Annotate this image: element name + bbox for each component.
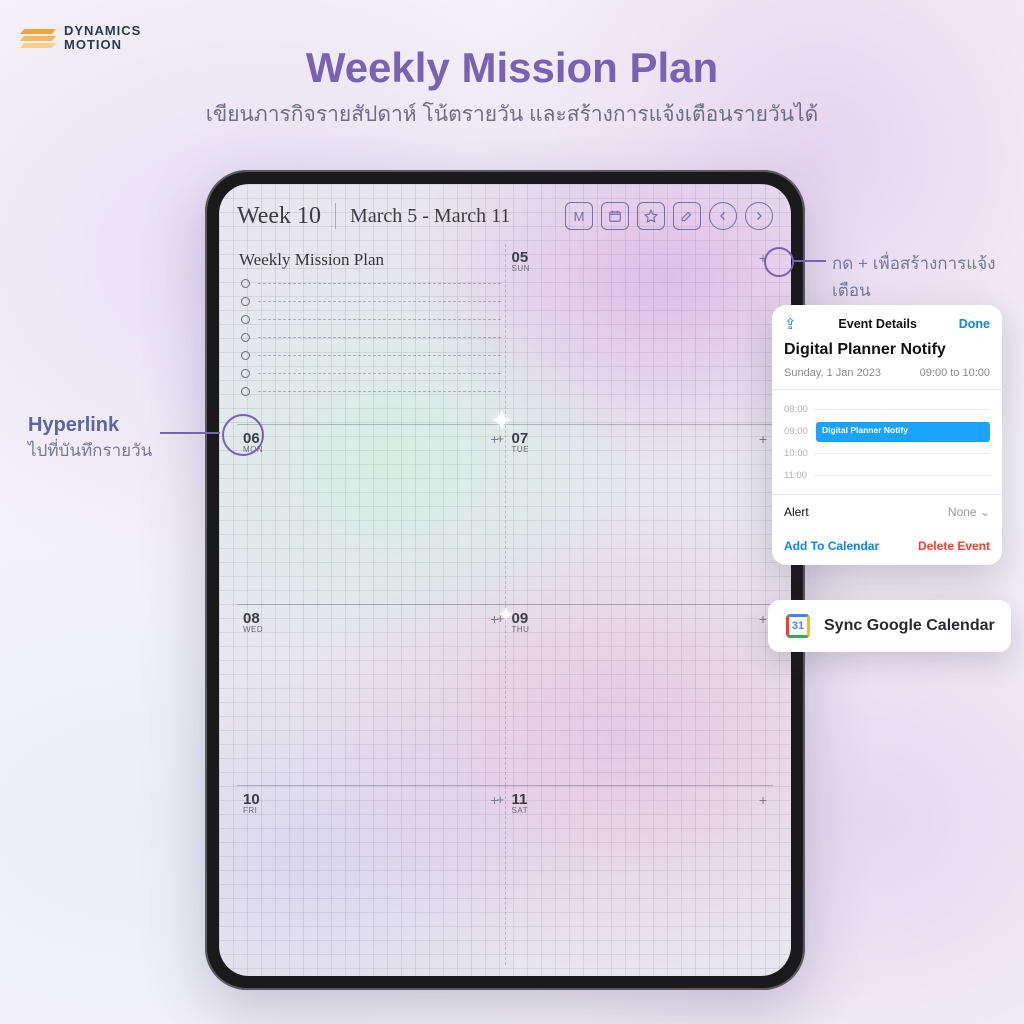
divider-plus-icon: + <box>497 431 505 446</box>
callout-connector <box>794 260 826 262</box>
day-label[interactable]: 09THU <box>512 611 530 634</box>
event-details-popup: ⇪ Event Details Done Digital Planner Not… <box>772 305 1002 565</box>
event-name: Digital Planner Notify <box>772 337 1002 367</box>
page-heading: Weekly Mission Plan <box>0 44 1024 92</box>
edit-icon[interactable] <box>673 202 701 230</box>
callout-ring-hyperlink <box>222 414 264 456</box>
mission-item[interactable] <box>241 328 501 346</box>
day-cell-tue[interactable]: + 07TUE + <box>505 425 774 605</box>
page-title: Weekly Mission Plan เขียนภารกิจรายสัปดาห… <box>0 44 1024 131</box>
google-calendar-chip[interactable]: 31 Sync Google Calendar <box>768 600 1011 652</box>
prev-week-button[interactable] <box>709 202 737 230</box>
day-cell-mon[interactable]: 06MON + <box>237 425 505 605</box>
callout-connector <box>160 432 220 434</box>
hour-label: 11:00 <box>784 470 814 481</box>
popup-title: Event Details <box>805 317 951 331</box>
next-week-button[interactable] <box>745 202 773 230</box>
day-cell-sat[interactable]: + 11SAT + <box>505 786 774 966</box>
alert-value: None <box>948 505 977 519</box>
day-label[interactable]: 07TUE <box>512 431 530 454</box>
planner-toolbar: Week 10 March 5 - March 11 M <box>237 194 773 238</box>
page-subtitle: เขียนภารกิจรายสัปดาห์ โน้ตรายวัน และสร้า… <box>0 98 1024 131</box>
alert-label: Alert <box>784 505 809 519</box>
divider-plus-icon: + <box>497 611 505 626</box>
day-label[interactable]: 08WED <box>243 611 263 634</box>
day-cell-thu[interactable]: + 09THU + <box>505 605 774 785</box>
alert-row[interactable]: Alert None ⌄ <box>772 494 1002 529</box>
date-range: March 5 - March 11 <box>350 205 510 228</box>
mission-item[interactable] <box>241 274 501 292</box>
callout-hyperlink-label: Hyperlink ไปที่บันทึกรายวัน <box>28 414 152 464</box>
mission-item[interactable] <box>241 382 501 400</box>
mission-item[interactable] <box>241 364 501 382</box>
google-calendar-icon: 31 <box>784 612 812 640</box>
day-cell-sun[interactable]: 05SUN + <box>505 244 774 424</box>
hour-label: 10:00 <box>784 448 814 459</box>
day-label[interactable]: 10FRI <box>243 792 260 815</box>
planner-screen: Week 10 March 5 - March 11 M Weekly Miss… <box>219 184 791 976</box>
mission-item[interactable] <box>241 292 501 310</box>
add-event-plus-icon[interactable]: + <box>759 431 767 447</box>
calendar-icon[interactable] <box>601 202 629 230</box>
event-block[interactable]: Digital Planner Notify <box>816 422 990 442</box>
day-label[interactable]: 11SAT <box>512 792 528 815</box>
week-number[interactable]: Week 10 <box>237 203 321 230</box>
month-view-button[interactable]: M <box>565 202 593 230</box>
event-time: 09:00 to 10:00 <box>920 367 990 379</box>
star-icon[interactable] <box>637 202 665 230</box>
add-event-plus-icon[interactable]: + <box>759 792 767 808</box>
callout-plus-label: กด + เพื่อสร้างการแจ้งเตือน <box>832 250 1024 304</box>
mission-item[interactable] <box>241 346 501 364</box>
add-to-calendar-button[interactable]: Add To Calendar <box>784 539 879 553</box>
week-grid: Weekly Mission Plan 05SUN + <box>237 244 773 962</box>
hour-label: 09:00 <box>784 426 814 437</box>
toolbar-divider <box>335 203 336 229</box>
mission-plan-heading: Weekly Mission Plan <box>237 244 505 274</box>
day-cell-wed[interactable]: 08WED + <box>237 605 505 785</box>
mission-item[interactable] <box>241 310 501 328</box>
day-label[interactable]: 05SUN <box>512 250 530 273</box>
add-event-plus-icon[interactable]: + <box>759 611 767 627</box>
divider-plus-icon: + <box>497 792 505 807</box>
done-button[interactable]: Done <box>959 317 990 331</box>
tablet-device-frame: Week 10 March 5 - March 11 M Weekly Miss… <box>205 170 805 990</box>
share-icon[interactable]: ⇪ <box>784 315 797 333</box>
schedule-preview: 08:00 09:00 10:00 11:00 Digital Planner … <box>772 390 1002 494</box>
gcal-label: Sync Google Calendar <box>824 617 995 635</box>
callout-ring-plus <box>764 247 794 277</box>
hour-label: 08:00 <box>784 404 814 415</box>
day-cell-fri[interactable]: 10FRI + <box>237 786 505 966</box>
delete-event-button[interactable]: Delete Event <box>918 539 990 553</box>
mission-plan-cell[interactable]: Weekly Mission Plan <box>237 244 505 424</box>
event-date: Sunday, 1 Jan 2023 <box>784 367 881 379</box>
